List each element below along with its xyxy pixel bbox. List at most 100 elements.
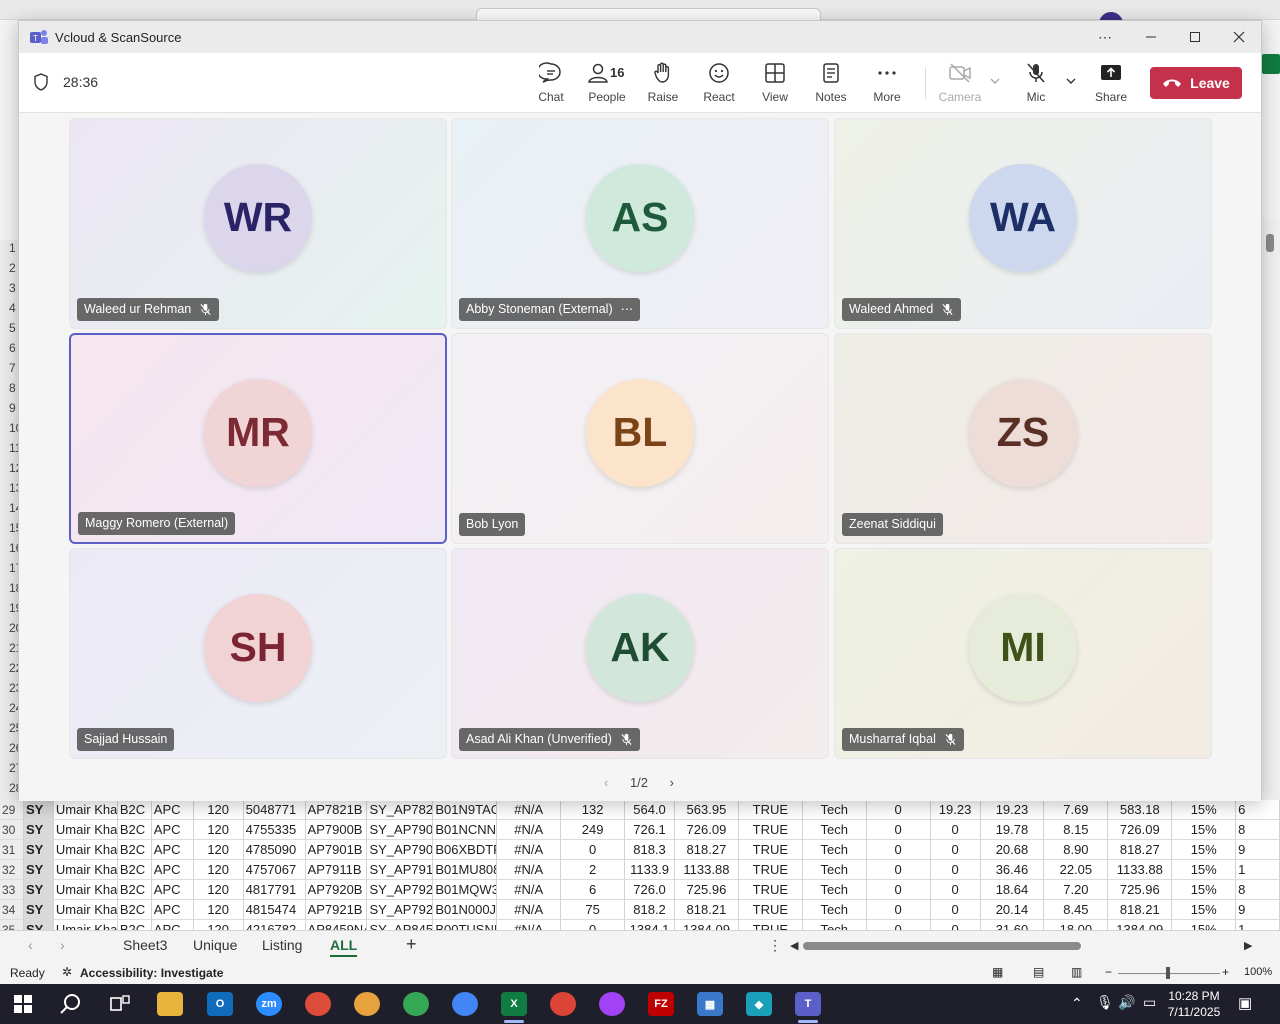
- table-row[interactable]: 30 SY Umair Kha B2C APC 120 4755335 AP7900B SY_A…: [0, 820, 1280, 840]
- raise-hand-button[interactable]: Raise: [637, 61, 689, 109]
- table-cell[interactable]: APC: [151, 820, 194, 840]
- table-cell[interactable]: B01N9TAC: [433, 800, 498, 820]
- table-cell[interactable]: 31.60: [981, 920, 1045, 930]
- scroll-left-icon[interactable]: ◀: [790, 939, 798, 952]
- table-cell[interactable]: 18.64: [980, 880, 1045, 900]
- table-cell[interactable]: #N/A: [497, 840, 562, 860]
- table-cell[interactable]: 2: [561, 860, 626, 880]
- table-cell[interactable]: APC: [151, 800, 194, 820]
- row-number[interactable]: 35: [0, 920, 24, 930]
- table-cell[interactable]: 818.27: [1108, 840, 1173, 860]
- table-cell[interactable]: #N/A: [497, 900, 562, 920]
- row-number[interactable]: 2: [9, 261, 16, 275]
- react-button[interactable]: React: [693, 61, 745, 109]
- table-cell[interactable]: Tech: [802, 900, 867, 920]
- table-cell[interactable]: 564.0: [625, 800, 675, 820]
- table-cell[interactable]: 20.68: [980, 840, 1045, 860]
- table-cell[interactable]: 4757067: [243, 860, 306, 880]
- table-cell[interactable]: APC: [152, 920, 194, 930]
- network-icon[interactable]: ▭: [1143, 994, 1156, 1011]
- vertical-scroll-thumb[interactable]: [1266, 234, 1274, 252]
- people-button[interactable]: 16 People: [581, 61, 633, 109]
- row-number[interactable]: 32: [0, 860, 24, 880]
- table-cell[interactable]: SY_AP790: [367, 820, 434, 840]
- sheet-tab[interactable]: Listing: [262, 937, 302, 953]
- participant-tile[interactable]: BL Bob Lyon: [451, 333, 829, 544]
- teams-icon[interactable]: T: [795, 992, 821, 1016]
- prev-sheet-icon[interactable]: ‹: [28, 937, 33, 953]
- spreadsheet-grid[interactable]: 29 SY Umair Kha B2C APC 120 5048771 AP7821B SY_A…: [0, 800, 1280, 930]
- chevron-down-icon[interactable]: [1065, 75, 1077, 87]
- table-cell[interactable]: B01MQW3: [433, 880, 498, 900]
- table-cell[interactable]: 0: [866, 860, 931, 880]
- table-cell[interactable]: B06XBDTF: [433, 840, 498, 860]
- accessibility-status[interactable]: Accessibility: Investigate: [80, 966, 223, 980]
- notifications-icon[interactable]: ▣: [1238, 994, 1252, 1012]
- tray-overflow-icon[interactable]: ⌃: [1071, 995, 1083, 1012]
- table-cell[interactable]: 818.27: [674, 840, 739, 860]
- table-cell[interactable]: SY_AP790: [367, 840, 434, 860]
- table-cell[interactable]: 1384.1: [625, 920, 675, 930]
- mic-button[interactable]: Mic: [1010, 61, 1062, 109]
- table-cell[interactable]: 6: [561, 880, 626, 900]
- table-row[interactable]: 33 SY Umair Kha B2C APC 120 4817791 AP7920B SY_A…: [0, 880, 1280, 900]
- table-cell[interactable]: SY_AP792: [367, 900, 434, 920]
- table-cell[interactable]: 726.09: [1108, 820, 1173, 840]
- row-number[interactable]: 4: [9, 301, 16, 315]
- table-cell[interactable]: Umair Kha: [54, 920, 118, 930]
- share-button[interactable]: Share: [1085, 61, 1137, 109]
- table-cell[interactable]: 15%: [1172, 840, 1237, 860]
- zoom-level[interactable]: 100%: [1244, 966, 1272, 978]
- table-row[interactable]: 31 SY Umair Kha B2C APC 120 4785090 AP7901B SY_A…: [0, 840, 1280, 860]
- chrome-profile-icon[interactable]: [403, 992, 429, 1016]
- row-number[interactable]: 3: [9, 281, 16, 295]
- table-cell[interactable]: 818.21: [1108, 900, 1173, 920]
- table-cell[interactable]: APC: [151, 840, 194, 860]
- table-cell[interactable]: B01MU808: [433, 860, 498, 880]
- table-cell[interactable]: APC: [151, 880, 194, 900]
- table-cell[interactable]: #N/A: [497, 800, 562, 820]
- table-cell[interactable]: SY: [23, 820, 54, 840]
- windows-start-icon[interactable]: [10, 992, 36, 1016]
- chrome-profile-icon[interactable]: [599, 992, 625, 1016]
- participant-more-icon[interactable]: ⋯: [621, 298, 634, 321]
- table-cell[interactable]: 6: [1236, 800, 1280, 820]
- table-cell[interactable]: 120: [194, 920, 244, 930]
- window-titlebar[interactable]: T Vcloud & ScanSource ⋯: [19, 21, 1261, 53]
- task-view-icon[interactable]: [107, 992, 133, 1016]
- table-cell[interactable]: B2C: [117, 800, 152, 820]
- table-cell[interactable]: SY_AP782: [367, 800, 434, 820]
- table-cell[interactable]: Tech: [802, 840, 867, 860]
- table-cell[interactable]: 4817791: [243, 880, 306, 900]
- table-cell[interactable]: SY: [23, 900, 54, 920]
- table-cell[interactable]: 7.20: [1044, 880, 1109, 900]
- zoom-in-icon[interactable]: +: [1222, 965, 1229, 979]
- table-cell[interactable]: Umair Kha: [53, 900, 118, 920]
- table-cell[interactable]: SY_AP792: [367, 880, 434, 900]
- excel-share-button[interactable]: [1262, 54, 1280, 74]
- table-cell[interactable]: #N/A: [497, 880, 562, 900]
- minimize-icon[interactable]: [1137, 27, 1165, 47]
- table-cell[interactable]: Tech: [802, 860, 867, 880]
- table-cell[interactable]: Tech: [802, 800, 867, 820]
- table-cell[interactable]: #N/A: [497, 820, 562, 840]
- table-cell[interactable]: 120: [193, 800, 244, 820]
- table-cell[interactable]: SY: [23, 860, 54, 880]
- table-cell[interactable]: B01N000J: [433, 900, 498, 920]
- row-number[interactable]: 33: [0, 880, 24, 900]
- table-cell[interactable]: 583.18: [1108, 800, 1173, 820]
- table-cell[interactable]: Tech: [802, 880, 867, 900]
- table-cell[interactable]: B2C: [117, 860, 152, 880]
- table-cell[interactable]: 8.45: [1044, 900, 1109, 920]
- page-break-icon[interactable]: ▥: [1071, 965, 1082, 979]
- table-cell[interactable]: 36.46: [980, 860, 1045, 880]
- table-cell[interactable]: #N/A: [497, 860, 562, 880]
- table-cell[interactable]: 1: [1236, 860, 1280, 880]
- table-cell[interactable]: SY_AP791: [367, 860, 434, 880]
- chrome-profile-icon[interactable]: [452, 992, 478, 1016]
- clock[interactable]: 10:28 PM 7/11/2025: [1164, 988, 1224, 1020]
- zoom-out-icon[interactable]: −: [1105, 965, 1112, 979]
- table-cell[interactable]: 0: [561, 920, 626, 930]
- table-cell[interactable]: 8.90: [1044, 840, 1109, 860]
- file-explorer-icon[interactable]: [157, 992, 183, 1016]
